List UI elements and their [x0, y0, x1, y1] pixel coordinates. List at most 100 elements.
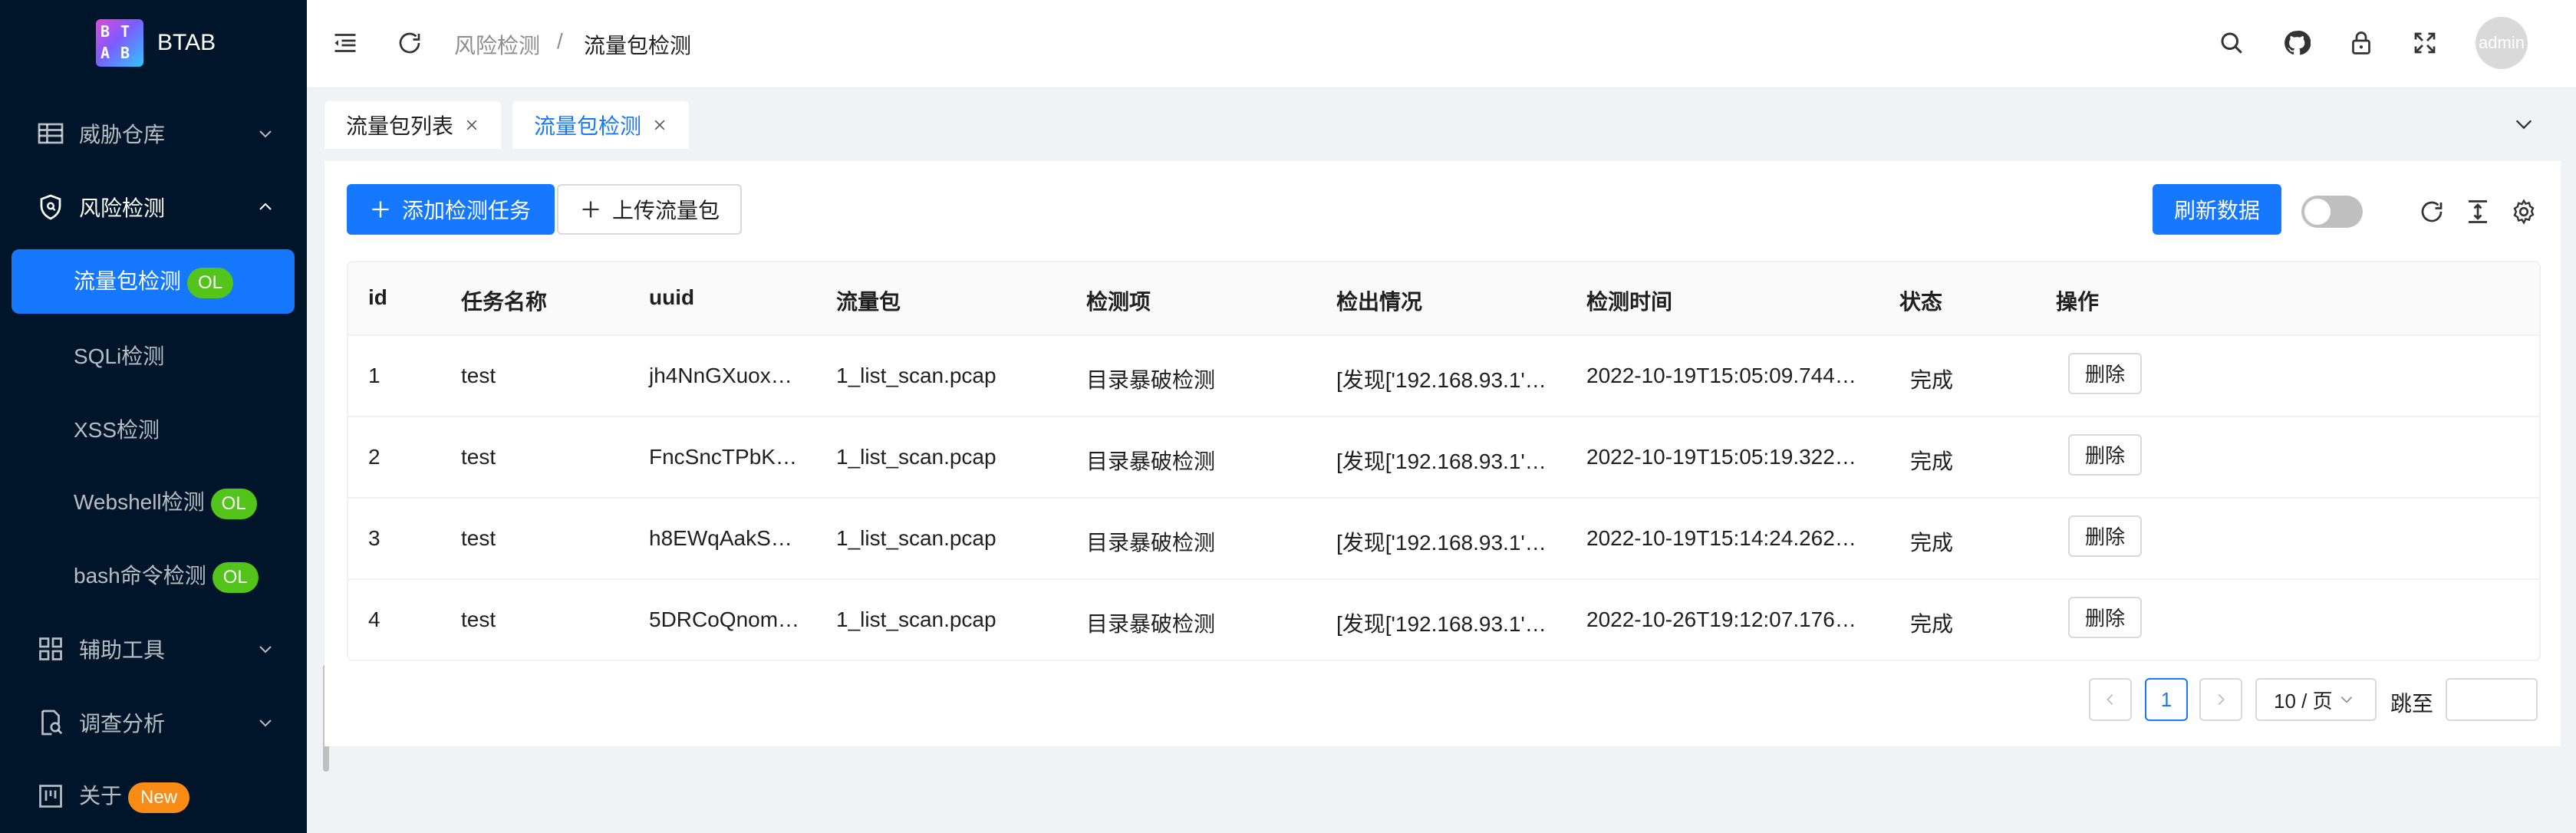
column-header: 操作 — [2056, 290, 2100, 314]
tab-label: 流量包检测 — [534, 114, 642, 138]
delete-button[interactable]: 删除 — [2068, 515, 2143, 557]
table-row: 2 test FncSncTPbK… 1_list_scan.pcap 目录暴破… — [348, 417, 2539, 499]
chevron-down-icon — [259, 719, 272, 727]
toggle-switch[interactable] — [2301, 196, 2363, 228]
pagination-next-button[interactable] — [2199, 678, 2242, 721]
cell-item: 目录暴破检测 — [1086, 612, 1216, 636]
plus-icon — [372, 201, 389, 218]
menu-aux-tools[interactable]: 辅助工具 — [0, 615, 307, 683]
sub-item-label: SQLi检测 — [74, 344, 165, 368]
close-icon[interactable] — [464, 117, 479, 133]
brand-name: BTAB — [157, 30, 216, 55]
pagination-page-1[interactable]: 1 — [2145, 678, 2188, 721]
cell-item: 目录暴破检测 — [1086, 449, 1216, 473]
tab-pcap-detection[interactable]: 流量包检测 — [512, 101, 689, 149]
sub-item-label: bash命令检测 — [74, 564, 206, 588]
column-header: 检测时间 — [1586, 290, 1673, 314]
table-header: id 任务名称 uuid 流量包 检测项 检出情况 检测时间 状态 操作 — [348, 262, 2539, 336]
close-icon[interactable] — [652, 117, 667, 133]
jump-label: 跳至 — [2390, 692, 2434, 716]
cell-time: 2022-10-19T15:05:09.744… — [1586, 364, 1856, 387]
cell-name: test — [461, 526, 496, 550]
cell-status: 完成 — [1910, 449, 1954, 473]
menu-investigation[interactable]: 调查分析 — [0, 689, 307, 756]
tab-label: 流量包列表 — [346, 114, 454, 138]
github-icon[interactable] — [2283, 29, 2311, 57]
reload-icon[interactable] — [396, 29, 423, 57]
breadcrumb-current: 流量包检测 — [584, 34, 692, 58]
cell-pcap: 1_list_scan.pcap — [836, 364, 996, 387]
sidebar-item-bash-detection[interactable]: bash命令检测 OL — [0, 544, 307, 608]
table-row: 4 test 5DRCoQnom… 1_list_scan.pcap 目录暴破检… — [348, 580, 2539, 660]
cell-id: 3 — [368, 526, 380, 550]
cell-pcap: 1_list_scan.pcap — [836, 607, 996, 631]
cell-uuid: 5DRCoQnom… — [649, 607, 800, 631]
avatar[interactable]: admin — [2476, 17, 2528, 69]
cell-result: [发现['192.168.93.1'… — [1336, 368, 1547, 392]
sidebar-item-sqli-detection[interactable]: SQLi检测 — [0, 323, 307, 387]
delete-button[interactable]: 删除 — [2068, 434, 2143, 476]
table-icon — [38, 123, 64, 144]
sidebar-item-pcap-detection[interactable]: 流量包检测 OL — [12, 249, 295, 314]
column-header: uuid — [649, 285, 695, 309]
cell-time: 2022-10-19T15:05:19.322… — [1586, 445, 1856, 469]
online-badge: OL — [187, 267, 234, 298]
add-task-button[interactable]: 添加检测任务 — [347, 184, 555, 235]
chevron-down-icon[interactable] — [2513, 114, 2535, 135]
cell-name: test — [461, 445, 496, 469]
chevron-down-icon — [259, 130, 272, 138]
chevron-down-icon — [2340, 696, 2352, 703]
cell-result: [发现['192.168.93.1'… — [1336, 449, 1547, 473]
column-header: 流量包 — [836, 290, 901, 314]
toggle-knob — [2304, 199, 2331, 225]
new-badge: New — [128, 782, 190, 813]
delete-button[interactable]: 删除 — [2068, 353, 2143, 394]
fullscreen-icon[interactable] — [2411, 29, 2439, 57]
file-search-icon — [41, 710, 63, 736]
breadcrumb-parent[interactable]: 风险检测 — [454, 29, 540, 60]
lock-icon[interactable] — [2347, 29, 2375, 57]
button-label: 上传流量包 — [612, 199, 720, 222]
cell-name: test — [461, 607, 496, 631]
menu-about[interactable]: 关于 New — [0, 762, 307, 830]
cell-id: 4 — [368, 607, 380, 631]
menu-label: 辅助工具 — [79, 638, 166, 662]
cell-time: 2022-10-26T19:12:07.176… — [1586, 607, 1856, 631]
column-header: 任务名称 — [461, 290, 548, 314]
menu-fold-icon[interactable] — [331, 29, 359, 57]
upload-pcap-button[interactable]: 上传流量包 — [557, 184, 742, 235]
refresh-data-button[interactable]: 刷新数据 — [2153, 184, 2281, 235]
brand[interactable]: BT AB BTAB — [96, 18, 216, 67]
reload-icon[interactable] — [2418, 198, 2446, 226]
jump-page-input[interactable] — [2446, 678, 2538, 721]
menu-risk-detection[interactable]: 风险检测 — [0, 173, 307, 241]
cell-status: 完成 — [1910, 368, 1954, 392]
button-label: 刷新数据 — [2173, 199, 2260, 222]
column-header: id — [368, 285, 387, 309]
sub-item-label: Webshell检测 — [74, 490, 205, 515]
search-icon[interactable] — [2218, 29, 2245, 57]
chevron-down-icon — [259, 646, 272, 654]
pagination-prev-button[interactable] — [2089, 678, 2132, 721]
appstore-icon — [39, 637, 62, 660]
settings-icon[interactable] — [2510, 198, 2538, 226]
sidebar-item-webshell-detection[interactable]: Webshell检测 OL — [0, 470, 307, 535]
sidebar-item-xss-detection[interactable]: XSS检测 — [0, 397, 307, 461]
cell-status: 完成 — [1910, 531, 1954, 555]
chevron-right-icon — [2218, 693, 2225, 706]
project-icon — [39, 785, 62, 808]
cell-status: 完成 — [1910, 612, 1954, 636]
page-size-select[interactable]: 10 / 页 — [2255, 678, 2377, 721]
page-size-value: 10 / 页 — [2274, 689, 2333, 713]
column-height-icon[interactable] — [2464, 198, 2492, 226]
delete-button[interactable]: 删除 — [2068, 597, 2143, 638]
tab-pcap-list[interactable]: 流量包列表 — [324, 101, 501, 149]
button-label: 添加检测任务 — [402, 199, 532, 222]
menu-threat-repo[interactable]: 威胁仓库 — [0, 100, 307, 167]
table-row: 1 test jh4NnGXuox… 1_list_scan.pcap 目录暴破… — [348, 336, 2539, 417]
cell-item: 目录暴破检测 — [1086, 531, 1216, 555]
cell-pcap: 1_list_scan.pcap — [836, 445, 996, 469]
chevron-up-icon — [259, 202, 272, 210]
brand-logo: BT AB — [96, 19, 143, 67]
cell-id: 2 — [368, 445, 380, 469]
